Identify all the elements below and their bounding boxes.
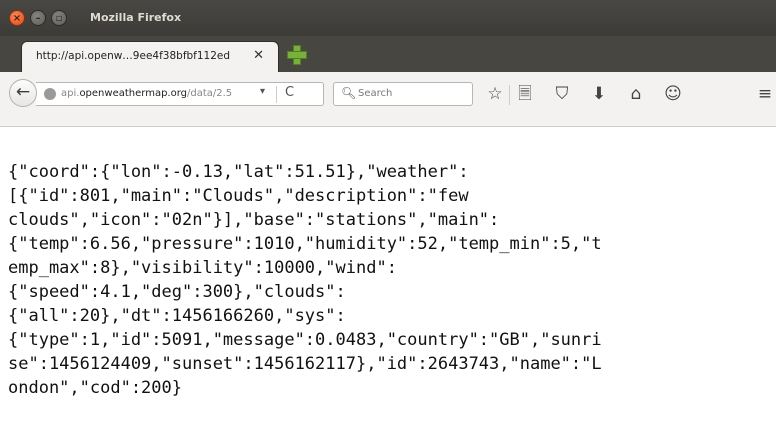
back-button[interactable]: ← xyxy=(9,79,37,107)
json-line: emp_max":8},"visibility":10000,"wind": xyxy=(8,258,397,278)
download-icon[interactable]: ⬇ xyxy=(588,85,610,103)
json-line: {"temp":6.56,"pressure":1010,"humidity":… xyxy=(8,234,602,254)
bookmark-star-icon[interactable]: ☆ xyxy=(484,85,506,103)
json-response-text: {"coord":{"lon":-0.13,"lat":51.51},"weat… xyxy=(8,160,776,400)
window-maximize-button[interactable]: ▫ xyxy=(51,10,67,26)
tab-title: http://api.openw…9ee4f38bfbf112ed xyxy=(36,50,231,62)
json-line: {"all":20},"dt":1456166260,"sys": xyxy=(8,306,346,326)
pocket-icon[interactable]: ⛉ xyxy=(551,85,573,103)
hello-chat-icon[interactable]: ☺ xyxy=(662,85,684,103)
toolbar-divider xyxy=(509,85,510,105)
json-line: se":1456124409,"sunset":1456162117},"id"… xyxy=(8,354,602,374)
page-content: {"coord":{"lon":-0.13,"lat":51.51},"weat… xyxy=(0,127,776,432)
url-bar[interactable]: api.openweathermap.org/data/2.5 ▾ C xyxy=(36,82,324,106)
url-host: openweathermap.org xyxy=(79,88,187,99)
search-icon: 🔍︎ xyxy=(341,86,357,100)
url-divider xyxy=(276,86,277,103)
search-bar[interactable]: 🔍︎ Search xyxy=(333,82,473,106)
json-line: clouds","icon":"02n"}],"base":"stations"… xyxy=(8,210,500,230)
url-prefix: api. xyxy=(61,88,80,99)
tab-active[interactable]: http://api.openw…9ee4f38bfbf112ed ✕ xyxy=(22,42,278,73)
home-icon[interactable]: ⌂ xyxy=(625,85,647,103)
search-input[interactable]: Search xyxy=(358,88,392,99)
tab-close-icon[interactable]: ✕ xyxy=(253,48,264,63)
menu-icon[interactable]: ≡ xyxy=(754,85,776,103)
url-path: /data/2.5 xyxy=(187,88,233,99)
navigation-toolbar: api.openweathermap.org/data/2.5 ▾ C ← 🔍︎… xyxy=(0,72,776,127)
window-titlebar: × – ▫ Mozilla Firefox xyxy=(0,0,776,36)
window-title: Mozilla Firefox xyxy=(90,11,182,24)
window-minimize-button[interactable]: – xyxy=(30,10,46,26)
reading-list-icon[interactable]: 🗏 xyxy=(514,85,536,103)
url-text[interactable]: api.openweathermap.org/data/2.5 xyxy=(61,88,232,99)
json-line: ondon","cod":200} xyxy=(8,378,182,398)
new-tab-plus-icon[interactable] xyxy=(286,44,308,66)
reload-icon[interactable]: C xyxy=(285,85,294,100)
json-line: {"speed":4.1,"deg":300},"clouds": xyxy=(8,282,346,302)
url-history-dropdown-icon[interactable]: ▾ xyxy=(260,86,265,97)
window-close-button[interactable]: × xyxy=(9,10,25,26)
json-line: {"type":1,"id":5091,"message":0.0483,"co… xyxy=(8,330,602,350)
json-line: [{"id":801,"main":"Clouds","description"… xyxy=(8,186,469,206)
json-line: {"coord":{"lon":-0.13,"lat":51.51},"weat… xyxy=(8,162,469,182)
globe-icon[interactable] xyxy=(44,88,56,100)
tab-strip: http://api.openw…9ee4f38bfbf112ed ✕ xyxy=(0,36,776,73)
